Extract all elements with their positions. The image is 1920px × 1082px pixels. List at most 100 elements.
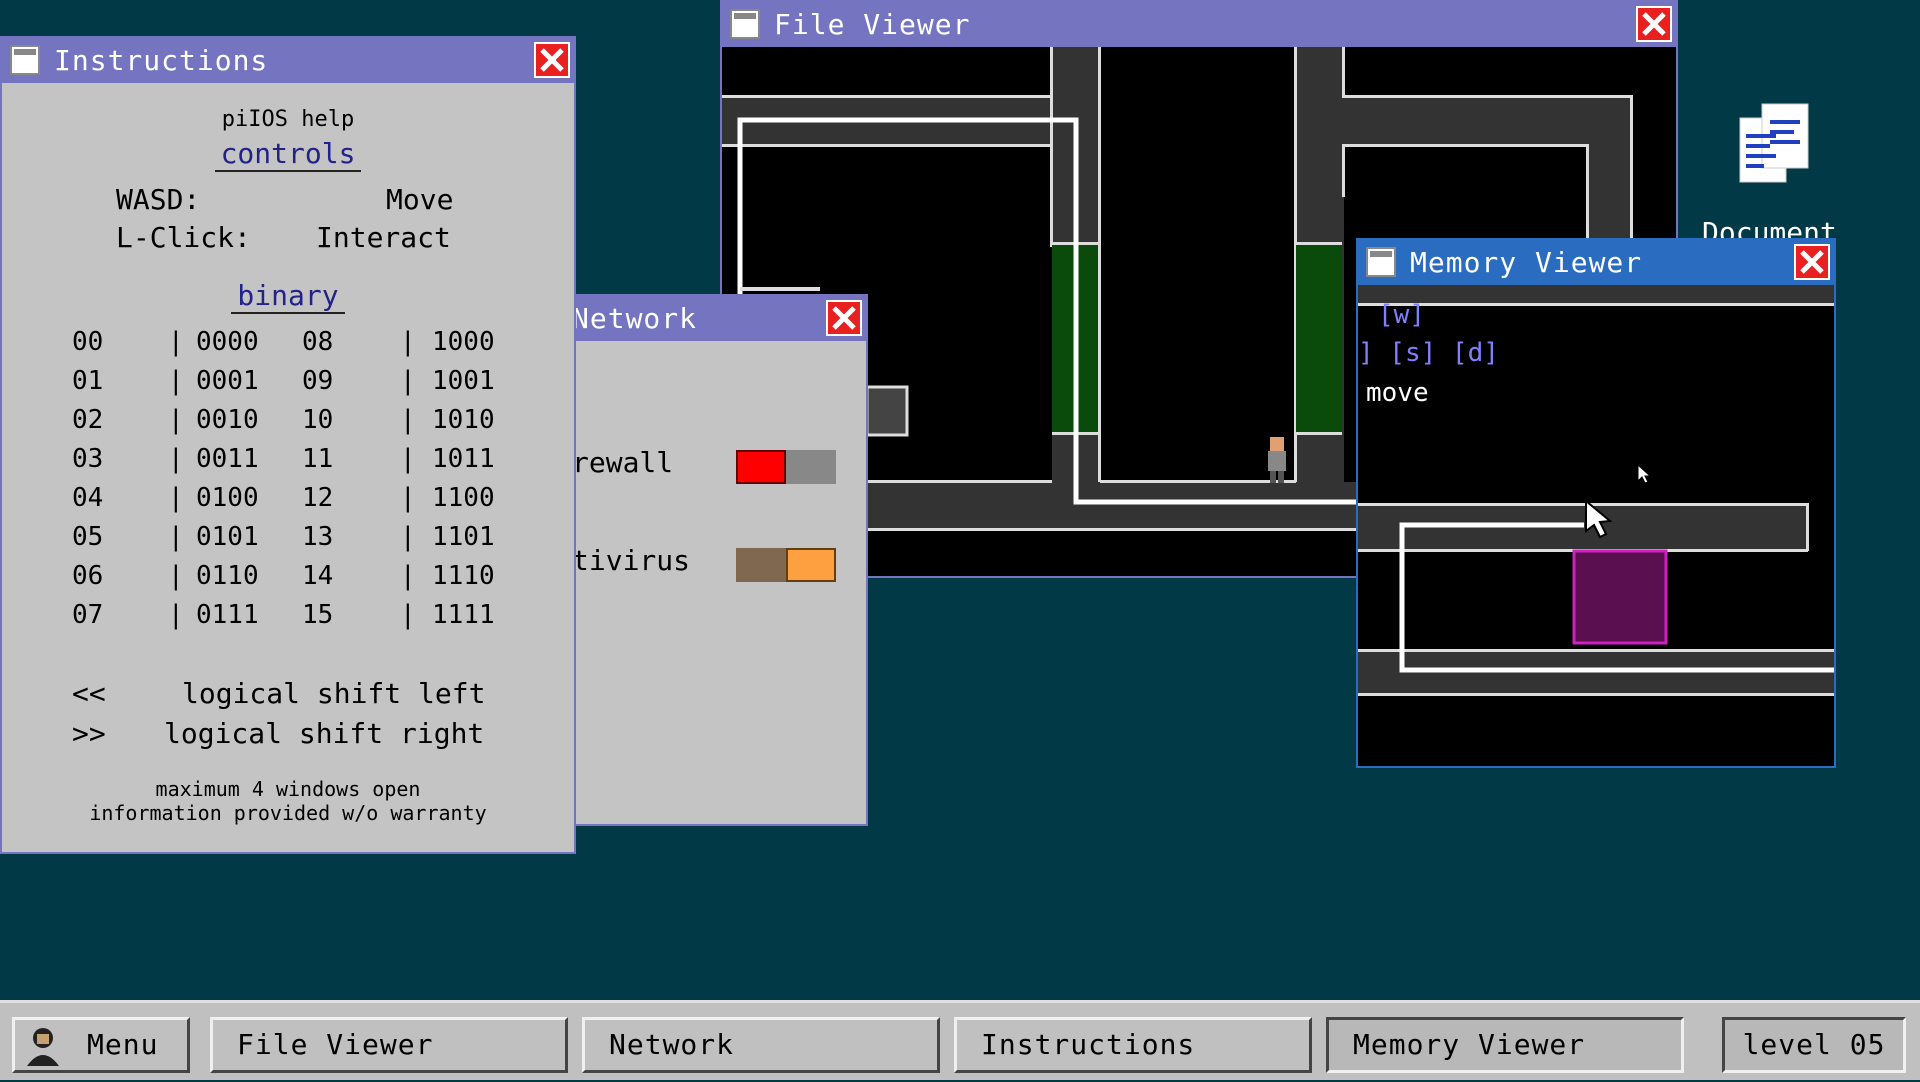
- close-icon: [1638, 8, 1670, 40]
- binary-cell: 09: [302, 366, 334, 396]
- binary-row: 00 | 0000 08 | 1000: [72, 327, 512, 363]
- antivirus-toggle[interactable]: [736, 548, 836, 582]
- instructions-close-button[interactable]: [534, 42, 570, 78]
- shift-left-symbol: <<: [72, 677, 106, 710]
- binary-cell: 0010: [196, 405, 259, 435]
- binary-cell: 1001: [432, 366, 495, 396]
- binary-cell: 1000: [432, 327, 495, 357]
- binary-cell: |: [168, 327, 184, 357]
- binary-cell: 0100: [196, 483, 259, 513]
- binary-cell: |: [400, 522, 416, 552]
- binary-cell: |: [168, 405, 184, 435]
- menu-label: Menu: [87, 1028, 159, 1061]
- hint-w: [w]: [1378, 300, 1425, 330]
- binary-cell: 0110: [196, 561, 259, 591]
- taskbar: Menu File Viewer Network Instructions Me…: [0, 1000, 1920, 1080]
- binary-cell: 11: [302, 444, 334, 474]
- binary-cell: 0101: [196, 522, 259, 552]
- binary-row: 02 | 0010 10 | 1010: [72, 405, 512, 441]
- file-viewer-title: File Viewer: [774, 8, 971, 41]
- controls-link[interactable]: controls: [214, 137, 362, 172]
- control-key-1: WASD:: [116, 183, 201, 216]
- control-action-2: Interact: [316, 221, 451, 254]
- file-viewer-close-button[interactable]: [1636, 6, 1672, 42]
- binary-cell: 03: [72, 444, 104, 474]
- binary-cell: 1101: [432, 522, 495, 552]
- document-icon[interactable]: [1736, 100, 1816, 190]
- binary-cell: 04: [72, 483, 104, 513]
- antivirus-label: tivirus: [572, 544, 691, 577]
- binary-cell: 0011: [196, 444, 259, 474]
- help-heading: piIOS help: [221, 107, 355, 132]
- network-title: Network: [572, 302, 698, 335]
- binary-row: 06 | 0110 14 | 1110: [72, 561, 512, 597]
- binary-cell: |: [400, 561, 416, 591]
- close-icon: [1796, 246, 1828, 278]
- binary-cell: 15: [302, 600, 334, 630]
- binary-cell: 1010: [432, 405, 495, 435]
- binary-cell: 1110: [432, 561, 495, 591]
- binary-cell: 14: [302, 561, 334, 591]
- taskbar-file-viewer[interactable]: File Viewer: [210, 1017, 568, 1073]
- footer-line-2: information provided w/o warranty: [89, 801, 487, 825]
- binary-cell: |: [400, 600, 416, 630]
- taskbar-instructions[interactable]: Instructions: [954, 1017, 1312, 1073]
- window-icon: [10, 45, 40, 75]
- window-icon: [1366, 247, 1396, 277]
- binary-cell: |: [400, 444, 416, 474]
- binary-cell: 1111: [432, 600, 495, 630]
- binary-cell: 06: [72, 561, 104, 591]
- binary-cell: 12: [302, 483, 334, 513]
- instructions-titlebar[interactable]: Instructions: [2, 38, 574, 83]
- binary-link[interactable]: binary: [231, 279, 345, 314]
- network-window[interactable]: Network rewall tivirus: [570, 294, 868, 826]
- binary-cell: |: [168, 561, 184, 591]
- binary-cell: 1011: [432, 444, 495, 474]
- instructions-window[interactable]: Instructions piIOS help controls WASD: M…: [0, 36, 576, 854]
- binary-cell: |: [400, 483, 416, 513]
- binary-cell: 01: [72, 366, 104, 396]
- file-viewer-titlebar[interactable]: File Viewer: [722, 2, 1676, 47]
- binary-cell: 0111: [196, 600, 259, 630]
- binary-row: 03 | 0011 11 | 1011: [72, 444, 512, 480]
- binary-cell: 0001: [196, 366, 259, 396]
- control-key-2: L-Click:: [116, 221, 251, 254]
- shift-left-label: logical shift left: [182, 677, 486, 710]
- level-indicator: level 05: [1722, 1017, 1906, 1073]
- taskbar-memory-viewer[interactable]: Memory Viewer: [1326, 1017, 1684, 1073]
- close-icon: [536, 44, 568, 76]
- firewall-toggle[interactable]: [736, 450, 836, 484]
- binary-cell: 1100: [432, 483, 495, 513]
- binary-cell: 13: [302, 522, 334, 552]
- memory-viewer-titlebar[interactable]: Memory Viewer: [1358, 240, 1834, 285]
- control-action-1: Move: [386, 183, 454, 216]
- binary-cell: |: [400, 405, 416, 435]
- footer-line-1: maximum 4 windows open: [155, 777, 421, 801]
- memory-viewer-close-button[interactable]: [1794, 244, 1830, 280]
- binary-cell: 02: [72, 405, 104, 435]
- binary-row: 04 | 0100 12 | 1100: [72, 483, 512, 519]
- binary-cell: |: [400, 327, 416, 357]
- shift-right-label: logical shift right: [164, 717, 485, 750]
- binary-cell: |: [400, 366, 416, 396]
- binary-cell: 00: [72, 327, 104, 357]
- binary-cell: |: [168, 483, 184, 513]
- binary-row: 07 | 0111 15 | 1111: [72, 600, 512, 636]
- memory-viewer-title: Memory Viewer: [1410, 246, 1643, 279]
- hint-move: move: [1366, 378, 1429, 408]
- network-close-button[interactable]: [826, 300, 862, 336]
- binary-cell: 07: [72, 600, 104, 630]
- binary-cell: 05: [72, 522, 104, 552]
- binary-cell: 0000: [196, 327, 259, 357]
- memory-viewer-window[interactable]: Memory Viewer [w] ] [s] [d] move: [1356, 238, 1836, 768]
- instructions-title: Instructions: [54, 44, 269, 77]
- binary-cell: |: [168, 366, 184, 396]
- binary-row: 05 | 0101 13 | 1101: [72, 522, 512, 558]
- network-titlebar[interactable]: Network: [572, 296, 866, 341]
- taskbar-network[interactable]: Network: [582, 1017, 940, 1073]
- avatar-icon: [23, 1024, 63, 1066]
- binary-cell: 08: [302, 327, 334, 357]
- menu-button[interactable]: Menu: [12, 1017, 190, 1073]
- shift-right-symbol: >>: [72, 717, 106, 750]
- hint-sd: ] [s] [d]: [1358, 338, 1499, 368]
